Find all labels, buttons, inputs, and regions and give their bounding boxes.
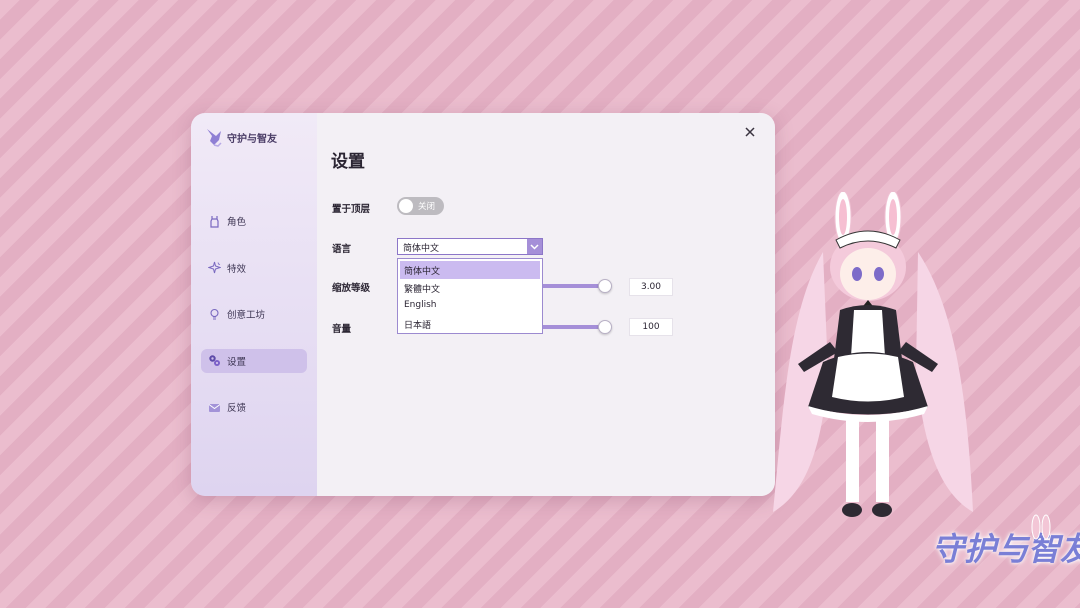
language-option[interactable]: 繁體中文 [398,279,542,297]
sidebar-item-effects[interactable]: 特效 [201,256,307,280]
toggle-knob [399,199,413,213]
settings-window: 守护与智友 角色 特效 创意工坊 设置 反馈 设置 置于顶层 关闭 语言 简体中… [191,113,775,496]
lightbulb-icon [210,308,219,320]
gears-icon [209,355,220,366]
toggle-state-text: 关闭 [418,202,436,212]
scale-label: 缩放等级 [332,283,371,294]
sidebar-item-feedback[interactable]: 反馈 [201,395,307,419]
game-logo: 守护与智友 [928,512,1080,588]
sparkle-icon [208,261,221,274]
always-on-top-label: 置于顶层 [332,204,371,215]
language-option[interactable]: English [398,297,542,315]
maid-character-illustration [773,192,973,517]
slider-thumb[interactable] [597,279,612,293]
brand: 守护与智友 [205,127,277,147]
sidebar-nav: 角色 特效 创意工坊 设置 反馈 [201,209,307,442]
page-title: 设置 [331,152,365,172]
bunny-ears-icon [1031,514,1051,540]
language-selected-value: 简体中文 [403,244,440,254]
sidebar-item-label: 特效 [227,263,247,275]
always-on-top-toggle[interactable]: 关闭 [397,197,444,215]
brand-name: 守护与智友 [227,133,277,145]
sidebar-item-character[interactable]: 角色 [201,209,307,233]
language-label: 语言 [332,244,352,255]
close-icon[interactable] [743,125,757,139]
volume-label: 音量 [332,324,352,335]
language-option[interactable]: 简体中文 [400,261,540,279]
settings-panel: 设置 置于顶层 关闭 语言 简体中文 缩放等级 3.00 音量 100 简体中文… [317,113,775,496]
scale-value-box[interactable]: 3.00 [629,278,673,296]
fox-logo-icon [207,129,222,147]
dress-icon [210,215,219,228]
slider-thumb[interactable] [597,320,612,334]
sidebar-item-label: 创意工坊 [227,310,266,321]
sidebar-item-workshop[interactable]: 创意工坊 [201,302,307,326]
sidebar-item-label: 反馈 [227,403,247,414]
chevron-down-icon[interactable] [527,239,542,254]
game-logo-text: 守护与智友 [932,530,1080,568]
language-option[interactable]: 日本語 [398,315,542,333]
mail-icon [208,403,221,412]
sidebar-item-label: 设置 [227,356,247,368]
volume-value-box[interactable]: 100 [629,318,673,336]
sidebar: 守护与智友 角色 特效 创意工坊 设置 反馈 [191,113,317,496]
sidebar-item-label: 角色 [227,217,247,228]
sidebar-item-settings[interactable]: 设置 [201,348,307,373]
language-select[interactable]: 简体中文 [397,238,543,255]
language-dropdown: 简体中文 繁體中文 English 日本語 [397,258,543,334]
